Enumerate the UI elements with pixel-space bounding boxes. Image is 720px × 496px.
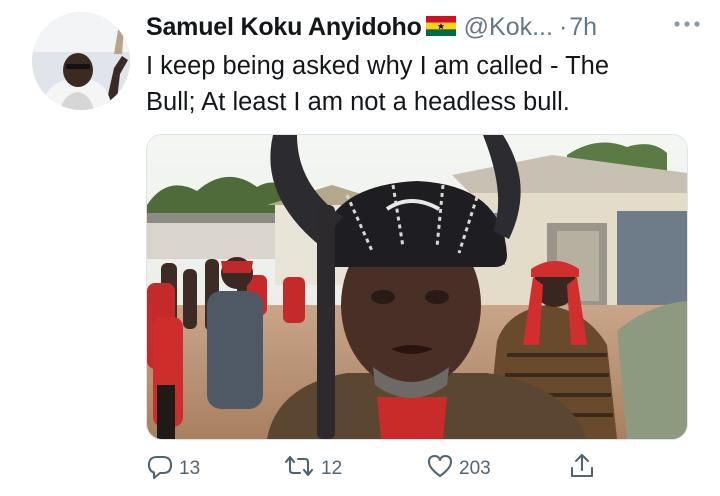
reply-count: 13 [179, 457, 201, 479]
tweet-actions: 13 12 203 [146, 452, 596, 486]
share-icon [568, 452, 596, 485]
more-icon[interactable] [672, 16, 702, 34]
retweet-icon [282, 452, 316, 485]
retweet-count: 12 [321, 457, 343, 479]
avatar[interactable] [32, 12, 130, 110]
retweet-button[interactable]: 12 [282, 452, 342, 485]
heart-icon [426, 452, 454, 485]
timestamp[interactable]: 7h [569, 13, 597, 42]
header-separator: · [558, 12, 568, 41]
like-button[interactable]: 203 [426, 452, 491, 485]
tweet-text: I keep being asked why I am called - The… [146, 52, 610, 116]
like-count: 203 [459, 457, 491, 479]
author-name[interactable]: Samuel Koku Anyidoho [146, 13, 422, 42]
share-button[interactable] [568, 452, 596, 485]
tweet-media[interactable] [146, 134, 688, 440]
tweet-photo [147, 135, 687, 439]
tweet-header: Samuel Koku Anyidoho @Kok... · 7h [146, 10, 702, 44]
reply-button[interactable]: 13 [146, 452, 200, 485]
reply-icon [146, 452, 174, 485]
ghana-flag-icon [425, 15, 456, 41]
avatar-photo [32, 12, 130, 110]
author-handle[interactable]: @Kok... [464, 13, 553, 42]
